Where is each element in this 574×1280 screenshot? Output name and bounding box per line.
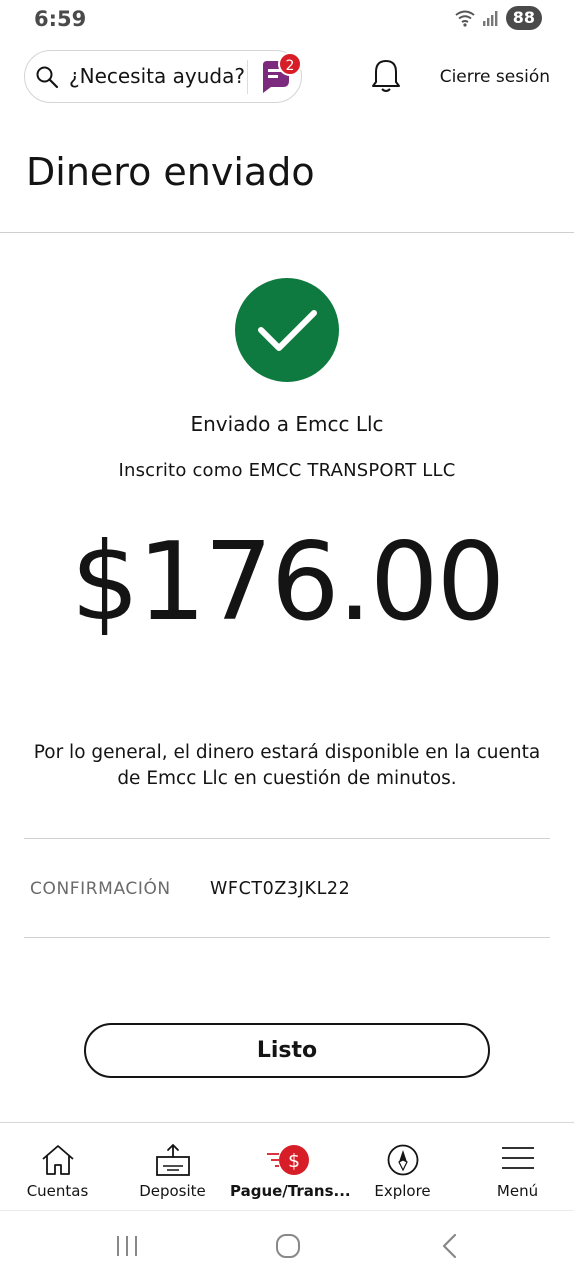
availability-line-1: Por lo general, el dinero estará disponi… (33, 742, 541, 763)
status-bar: 6:59 88 (0, 0, 574, 40)
amount-sent: $176.00 (70, 520, 506, 645)
system-nav-bar (0, 1210, 574, 1280)
nav-item-pay-transfer[interactable]: $ Pague/Trans... (230, 1123, 351, 1211)
top-bar: ¿Necesita ayuda? 2 Cierre sesión (0, 40, 574, 120)
pay-transfer-icon: $ (266, 1145, 309, 1175)
divider (24, 937, 550, 938)
back-icon[interactable] (438, 1232, 462, 1260)
nav-label: Explore (374, 1182, 431, 1200)
nav-label: Menú (496, 1182, 539, 1200)
home-icon (41, 1145, 74, 1175)
status-icons: 88 (454, 6, 542, 30)
nav-item-cuentas[interactable]: Cuentas (0, 1123, 115, 1211)
chat-badge: 2 (278, 52, 302, 76)
availability-line-2: de Emcc Llc en cuestión de minutos. (117, 768, 457, 789)
confirmation-number: WFCT0Z3JKL22 (210, 879, 351, 899)
sent-to-text: Enviado a Emcc Llc (190, 412, 384, 436)
success-check-icon (235, 278, 339, 382)
confirmation-label: CONFIRMACIÓN (30, 879, 171, 899)
recent-apps-icon[interactable] (114, 1233, 140, 1259)
nav-label: Deposite (139, 1182, 206, 1200)
bottom-nav: Cuentas Deposite $ Pague/Trans... Explor… (0, 1122, 574, 1210)
status-time: 6:59 (34, 7, 87, 31)
compass-icon (387, 1144, 418, 1176)
title-divider (0, 232, 574, 233)
page-title: Dinero enviado (26, 150, 315, 194)
battery-indicator: 88 (505, 6, 542, 30)
search-icon (36, 66, 59, 89)
nav-label: Cuentas (26, 1182, 89, 1200)
help-search-pill[interactable]: ¿Necesita ayuda? 2 (24, 50, 302, 103)
enrolled-as-text: Inscrito como EMCC TRANSPORT LLC (118, 460, 456, 481)
divider (24, 838, 550, 839)
help-search-text[interactable]: ¿Necesita ayuda? (69, 64, 245, 88)
svg-text:$: $ (287, 1150, 299, 1172)
availability-message: Por lo general, el dinero estará disponi… (30, 740, 544, 792)
nav-label: Pague/Trans... (230, 1182, 351, 1200)
wifi-icon (455, 10, 475, 27)
bell-icon[interactable] (370, 58, 402, 94)
home-button-icon[interactable] (274, 1232, 302, 1260)
logout-link[interactable]: Cierre sesión (440, 67, 550, 87)
deposit-icon (155, 1144, 190, 1176)
signal-icon (482, 11, 498, 26)
menu-icon (501, 1147, 534, 1169)
nav-item-deposite[interactable]: Deposite (115, 1123, 230, 1211)
nav-item-explore[interactable]: Explore (345, 1123, 460, 1211)
divider (247, 60, 248, 94)
nav-item-menu[interactable]: Menú (460, 1123, 574, 1211)
done-button[interactable]: Listo (84, 1023, 490, 1078)
